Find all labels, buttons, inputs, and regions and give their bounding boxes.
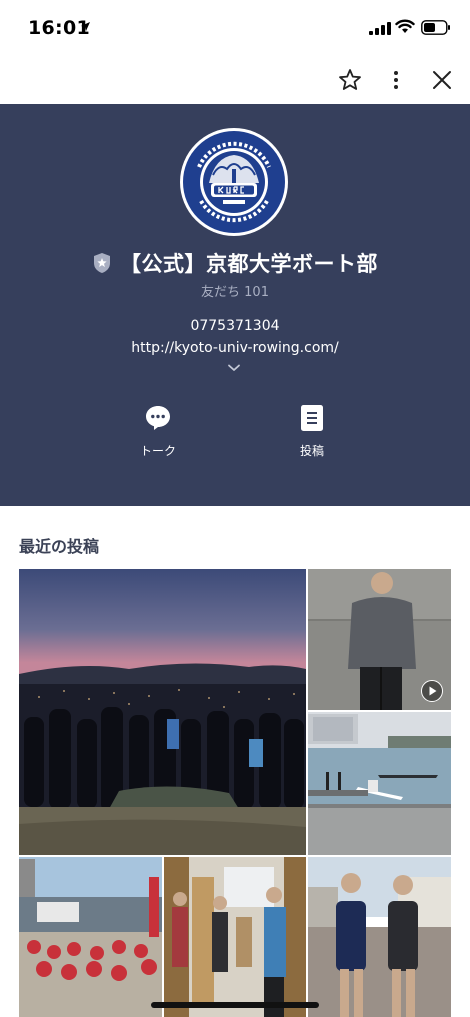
- location-arrow-icon: [81, 22, 90, 31]
- close-icon: [433, 71, 451, 89]
- two-rowers-image: [308, 857, 451, 1017]
- official-shield-badge-icon: [94, 253, 110, 273]
- home-indicator[interactable]: [151, 1002, 319, 1008]
- status-bar: 16:01: [0, 0, 470, 56]
- more-options-button[interactable]: [380, 64, 412, 96]
- post-document-icon: [301, 405, 323, 431]
- club-logo-emblem[interactable]: [179, 127, 289, 237]
- night-group-image: [19, 569, 306, 855]
- friends-count: 友だち 101: [201, 285, 269, 300]
- video-play-icon: [421, 680, 443, 702]
- chevron-down-icon[interactable]: [227, 364, 241, 372]
- favorite-button[interactable]: [334, 64, 366, 96]
- post-photo-event[interactable]: [19, 857, 162, 1017]
- recent-posts-heading: 最近の投稿: [19, 537, 100, 556]
- post-video-person[interactable]: [308, 569, 451, 710]
- posts-label: 投稿: [299, 444, 324, 458]
- post-photo-two-rowers[interactable]: [308, 857, 451, 1017]
- post-photo-river[interactable]: [308, 712, 451, 855]
- close-button[interactable]: [426, 64, 458, 96]
- account-title-row: 【公式】京都大学ボート部: [0, 248, 470, 278]
- wifi-icon: [395, 19, 415, 33]
- profile-header: 【公式】京都大学ボート部 友だち 101 0775371304 http://k…: [0, 104, 470, 506]
- talk-action-button[interactable]: トーク: [118, 404, 198, 459]
- posts-action-button[interactable]: 投稿: [272, 404, 352, 459]
- river-boats-image: [308, 712, 451, 855]
- more-vertical-icon: [394, 71, 398, 89]
- recent-posts-grid: [19, 569, 451, 1017]
- phone-number-link[interactable]: 0775371304: [0, 318, 470, 334]
- website-link[interactable]: http://kyoto-univ-rowing.com/: [0, 340, 470, 356]
- star-icon: [339, 69, 361, 90]
- top-toolbar: [0, 56, 470, 104]
- chat-bubble-icon: [146, 406, 170, 430]
- event-crowd-image: [19, 857, 162, 1017]
- talk-label: トーク: [139, 444, 176, 458]
- indoor-group-image: [164, 857, 306, 1017]
- account-name: 【公式】京都大学ボート部: [120, 252, 378, 276]
- battery-icon: [421, 20, 450, 35]
- post-photo-indoor[interactable]: [164, 857, 306, 1017]
- post-photo-night-group[interactable]: [19, 569, 306, 855]
- cellular-signal-icon: [369, 22, 391, 35]
